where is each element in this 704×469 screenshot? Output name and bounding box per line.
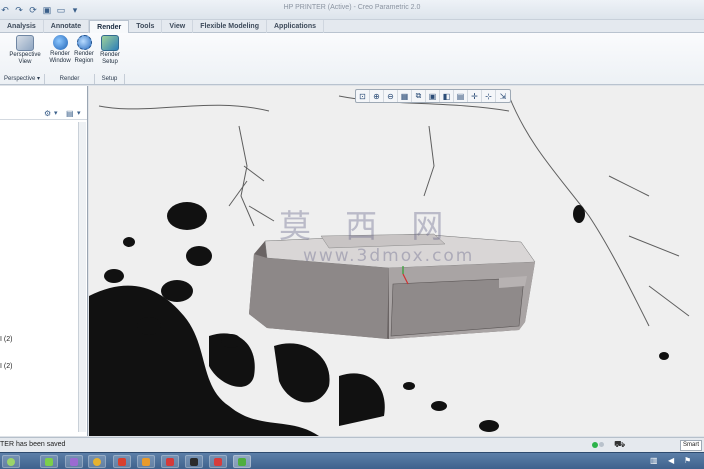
status-light-icon — [599, 442, 604, 447]
app-icon — [214, 458, 222, 466]
perspective-view-icon — [16, 35, 34, 51]
spin-center-icon[interactable]: ⊹ — [482, 90, 496, 102]
tree-item[interactable]: I (2) — [0, 363, 12, 370]
ribbon-tab-bar: Analysis Annotate Render Tools View Flex… — [0, 20, 704, 33]
taskbar-app-creo[interactable] — [233, 455, 251, 468]
taskbar: ▥ ◀ ⚑ — [0, 452, 704, 469]
desktop-icon — [45, 458, 53, 466]
title-bar: ↶ ↷ ⟳ ▣ ▭ ▾ HP PRINTER (Active) - Creo P… — [0, 0, 704, 20]
status-bar: TER has been saved ⛟ Smart — [0, 437, 704, 452]
tab-tools[interactable]: Tools — [129, 20, 163, 33]
tab-view[interactable]: View — [162, 20, 194, 33]
refit-icon[interactable]: ⊡ — [356, 90, 370, 102]
tray-network-icon[interactable]: ▥ — [650, 456, 658, 465]
browser-icon — [93, 458, 101, 466]
select-filter-icon[interactable]: ⛟ — [614, 439, 625, 451]
tree-settings-icon[interactable]: ⚙ — [44, 109, 51, 118]
selection-filter[interactable]: Smart — [680, 440, 702, 451]
tab-analysis[interactable]: Analysis — [0, 20, 44, 33]
zoom-in-icon[interactable]: ⊕ — [370, 90, 384, 102]
taskbar-app[interactable] — [113, 455, 131, 468]
taskbar-app[interactable] — [40, 455, 58, 468]
app-icon — [190, 458, 198, 466]
render-region-icon — [76, 35, 92, 50]
group-perspective[interactable]: Perspective ▾ — [0, 74, 45, 84]
graphics-viewport[interactable]: ⊡ ⊕ ⊖ ▦ ⧉ ▣ ◧ ▤ ✛ ⊹ ⇲ 莫 西 网 www.3dmox.co… — [89, 86, 704, 436]
repaint-icon[interactable]: ▦ — [398, 90, 412, 102]
tab-applications[interactable]: Applications — [267, 20, 324, 33]
ribbon: Perspective View Render Window Render Re… — [0, 33, 704, 85]
render-setup-button[interactable]: Render Setup — [96, 35, 124, 71]
windows-icon — [7, 458, 15, 466]
taskbar-app[interactable] — [161, 455, 179, 468]
taskbar-app[interactable] — [65, 455, 83, 468]
taskbar-app[interactable] — [88, 455, 106, 468]
taskbar-app[interactable] — [209, 455, 227, 468]
tab-annotate[interactable]: Annotate — [44, 20, 90, 33]
group-setup: Setup — [95, 74, 125, 84]
media-icon — [70, 458, 78, 466]
chevron-down-icon[interactable]: ▾ — [77, 109, 81, 117]
app-icon — [166, 458, 174, 466]
folder-icon — [142, 458, 150, 466]
window-title: HP PRINTER (Active) - Creo Parametric 2.… — [283, 4, 421, 11]
perspective-view-button[interactable]: Perspective View — [8, 35, 42, 71]
graphics-toolbar: ⊡ ⊕ ⊖ ▦ ⧉ ▣ ◧ ▤ ✛ ⊹ ⇲ — [355, 89, 511, 103]
start-button[interactable] — [2, 455, 20, 468]
watermark-text: 莫 西 网 — [279, 207, 456, 245]
view-manager-icon[interactable]: ▤ — [454, 90, 468, 102]
tray-flag-icon[interactable]: ⚑ — [684, 456, 691, 465]
datum-display-icon[interactable]: ✛ — [468, 90, 482, 102]
display-style-icon[interactable]: ◧ — [440, 90, 454, 102]
model-tree-toolbar: ⚙ ▾ ▤ ▾ — [0, 108, 87, 120]
annotation-display-icon[interactable]: ⇲ — [496, 90, 510, 102]
tab-flexible-modeling[interactable]: Flexible Modeling — [193, 20, 267, 33]
group-render: Render — [45, 74, 95, 84]
zoom-out-icon[interactable]: ⊖ — [384, 90, 398, 102]
taskbar-app[interactable] — [137, 455, 155, 468]
tree-item[interactable]: I (2) — [0, 336, 12, 343]
taskbar-app[interactable] — [185, 455, 203, 468]
tree-filters-icon[interactable]: ▤ — [66, 109, 74, 118]
model-tree-pane: ⚙ ▾ ▤ ▾ I (2) I (2) — [0, 86, 88, 436]
tray-volume-icon[interactable]: ◀ — [668, 456, 674, 465]
status-light-icon — [592, 442, 598, 448]
watermark-url: www.3dmox.com — [303, 246, 475, 266]
chevron-down-icon[interactable]: ▾ — [54, 109, 58, 117]
status-message: TER has been saved — [0, 441, 66, 448]
render-setup-icon — [101, 35, 119, 51]
render-window-icon — [52, 35, 68, 50]
creo-icon — [238, 458, 246, 466]
tab-render[interactable]: Render — [89, 20, 130, 33]
app-icon — [118, 458, 126, 466]
saved-orientations-icon[interactable]: ▣ — [426, 90, 440, 102]
tree-scrollbar[interactable] — [78, 122, 86, 432]
reorient-icon[interactable]: ⧉ — [412, 90, 426, 102]
render-region-button[interactable]: Render Region — [70, 35, 98, 71]
